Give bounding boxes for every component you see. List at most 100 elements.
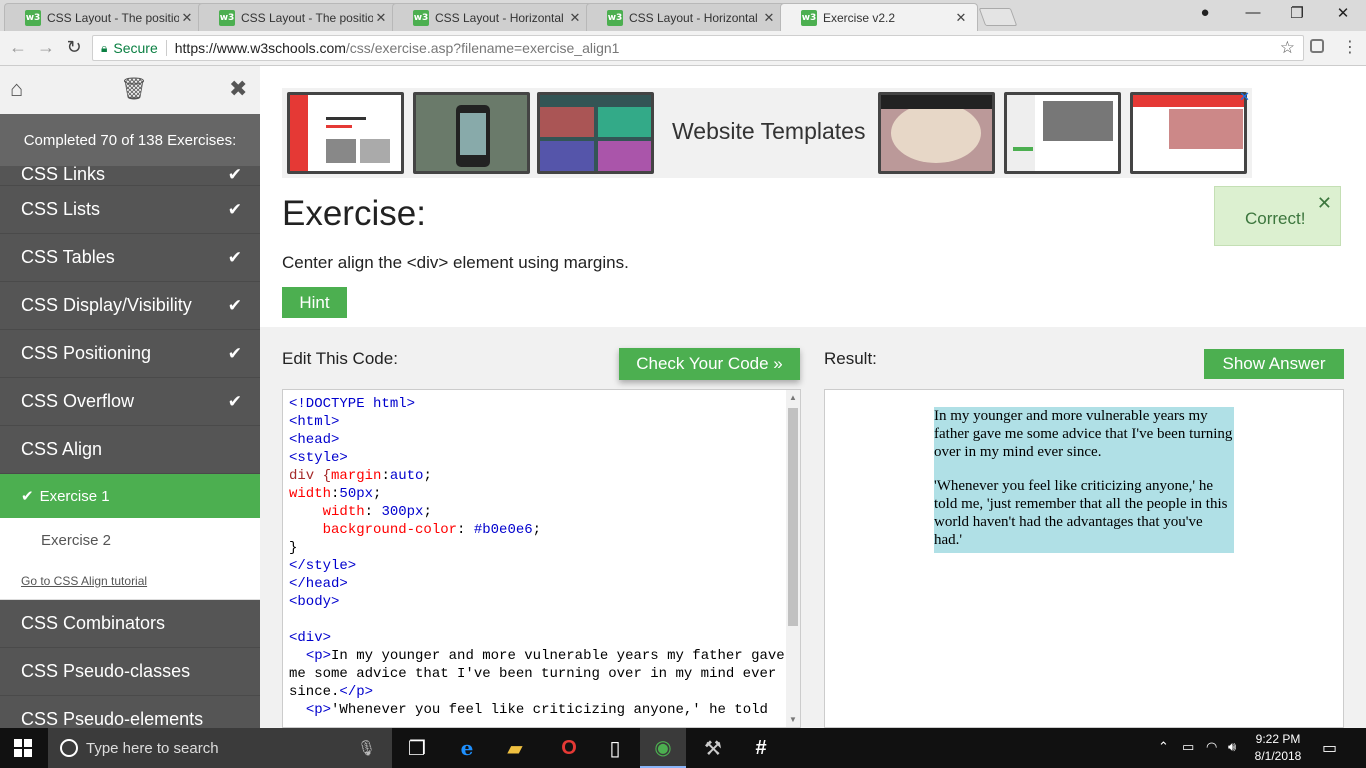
scroll-thumb[interactable] [788, 408, 798, 626]
address-bar: ← → ↻ 🔒︎ Secure https://www.w3schools.co… [0, 31, 1366, 66]
forward-arrow-icon[interactable]: → [34, 37, 58, 58]
reload-icon[interactable]: ↻ [62, 37, 86, 58]
edge-icon[interactable]: e [444, 728, 490, 768]
volume-icon[interactable]: 🔊︎ [1228, 739, 1236, 755]
template-thumbnail[interactable] [1130, 92, 1247, 174]
correct-message: Correct! [1245, 209, 1306, 228]
secure-label: Secure [113, 40, 158, 56]
exercise-heading: Exercise: [282, 194, 426, 233]
code-token: <div> [289, 630, 332, 646]
sidebar-item-css-pseudo-classes[interactable]: CSS Pseudo-classes [0, 648, 260, 696]
template-thumbnail[interactable] [413, 92, 530, 174]
sidebar-item-css-lists[interactable]: CSS Lists ✔ [0, 186, 260, 234]
notification-icon[interactable]: ▭ [1322, 738, 1337, 758]
extension-icon[interactable] [1310, 39, 1324, 53]
code-token: </p> [339, 684, 374, 700]
sidebar-item-css-display-visibility[interactable]: CSS Display/Visibility ✔ [0, 282, 260, 330]
home-icon[interactable]: ⌂ [10, 76, 23, 102]
close-sidebar-icon[interactable]: ✖ [229, 76, 247, 102]
css-align-tutorial-link[interactable]: Go to CSS Align tutorial [0, 562, 260, 600]
bookmark-star-icon[interactable]: ☆ [1280, 38, 1295, 58]
notepad-icon[interactable]: ▯ [592, 728, 638, 768]
battery-icon[interactable]: ▭ [1182, 739, 1194, 755]
template-thumbnail[interactable] [287, 92, 404, 174]
sidebar-item-css-overflow[interactable]: CSS Overflow ✔ [0, 378, 260, 426]
browser-tab[interactable]: w3 CSS Layout - The position ✕ [198, 3, 398, 31]
sidebar-item-css-pseudo-elements[interactable]: CSS Pseudo-elements [0, 696, 260, 728]
task-view-icon[interactable]: ❐ [394, 728, 440, 768]
sidebar-subitem-exercise-2[interactable]: Exercise 2 [0, 518, 260, 562]
browser-tab[interactable]: w3 CSS Layout - Horizontal & ✕ [392, 3, 592, 31]
scroll-down-icon[interactable]: ▼ [786, 715, 800, 724]
template-thumbnail[interactable] [537, 92, 654, 174]
close-icon[interactable]: ✕ [1317, 193, 1332, 214]
profile-icon[interactable]: ● [1190, 4, 1220, 21]
restore-icon[interactable]: ❐ [1282, 4, 1312, 22]
window-close-icon[interactable]: ✕ [1328, 4, 1358, 22]
tab-close-icon[interactable]: ✕ [373, 10, 389, 26]
sidebar-item-label: CSS Links [21, 164, 106, 184]
tray-chevron-icon[interactable]: ⌃ [1158, 739, 1169, 755]
chrome-icon[interactable]: ◉ [640, 728, 686, 768]
omnibox-divider [165, 40, 167, 56]
sidebar-item-css-align[interactable]: CSS Align [0, 426, 260, 474]
ad-close-icon[interactable]: ✕ [1239, 89, 1250, 105]
back-arrow-icon[interactable]: ← [6, 37, 30, 58]
browser-menu-icon[interactable]: ⋮ [1342, 37, 1358, 57]
taskbar-search-input[interactable]: Type here to search 🎙︎ [48, 728, 392, 768]
opera-icon[interactable]: O [546, 728, 592, 768]
sidebar-item-label: CSS Combinators [21, 613, 166, 633]
sidebar-item-label: CSS Display/Visibility [21, 295, 192, 315]
tab-close-icon[interactable]: ✕ [761, 10, 777, 26]
checkmark-icon: ✔ [227, 165, 242, 184]
hint-button[interactable]: Hint [282, 287, 347, 318]
template-thumbnail[interactable] [1004, 92, 1121, 174]
file-explorer-icon[interactable]: ▰ [492, 728, 538, 768]
code-token: auto [389, 468, 424, 484]
result-frame: In my younger and more vulnerable years … [824, 389, 1344, 728]
sidebar-item-css-combinators[interactable]: CSS Combinators [0, 600, 260, 648]
show-answer-button[interactable]: Show Answer [1204, 349, 1344, 379]
code-editor[interactable]: <!DOCTYPE html> <html> <head> <style> di… [282, 389, 801, 728]
exercise-sidebar: ⌂ 🗑︎ ✖ Completed 70 of 138 Exercises: CS… [0, 66, 260, 728]
tab-title: CSS Layout - Horizontal & [629, 10, 761, 25]
browser-tab[interactable]: w3 CSS Layout - The position ✕ [4, 3, 204, 31]
code-token: <head> [289, 432, 340, 448]
trash-icon[interactable]: 🗑︎ [120, 76, 148, 102]
ad-headline[interactable]: Website Templates [672, 118, 865, 145]
taskbar-clock[interactable]: 9:22 PM 8/1/2018 [1248, 731, 1308, 765]
tab-close-icon[interactable]: ✕ [567, 10, 583, 26]
sidebar-item-css-positioning[interactable]: CSS Positioning ✔ [0, 330, 260, 378]
browser-tab-active[interactable]: w3 Exercise v2.2 ✕ [780, 3, 978, 31]
sidebar-item-css-tables[interactable]: CSS Tables ✔ [0, 234, 260, 282]
code-token: <html> [289, 414, 340, 430]
browser-tab-strip: w3 CSS Layout - The position ✕ w3 CSS La… [0, 0, 1366, 31]
slack-icon[interactable]: # [738, 728, 784, 768]
checkmark-icon: ✔ [227, 295, 242, 315]
checkmark-icon: ✔ [227, 199, 242, 219]
browser-tab[interactable]: w3 CSS Layout - Horizontal & ✕ [586, 3, 786, 31]
template-thumbnail[interactable] [878, 92, 995, 174]
microphone-icon[interactable]: 🎙︎ [357, 739, 376, 757]
result-label: Result: [824, 349, 877, 368]
search-placeholder: Type here to search [86, 739, 219, 757]
scroll-up-icon[interactable]: ▲ [786, 393, 800, 402]
wifi-icon[interactable]: ◠ [1206, 739, 1217, 755]
w3schools-favicon-icon: w3 [413, 9, 429, 26]
tab-close-icon[interactable]: ✕ [179, 10, 195, 26]
check-code-button[interactable]: Check Your Code » [619, 348, 800, 380]
minimize-icon[interactable]: — [1238, 4, 1268, 21]
edit-code-label: Edit This Code: [282, 349, 398, 368]
code-text[interactable]: <!DOCTYPE html> <html> <head> <style> di… [289, 395, 785, 719]
editor-scrollbar[interactable]: ▲ ▼ [786, 390, 800, 727]
sidebar-subitem-exercise-1[interactable]: ✔ Exercise 1 [0, 474, 260, 518]
clock-date: 8/1/2018 [1254, 749, 1302, 763]
url-input[interactable]: 🔒︎ Secure https://www.w3schools.com/css/… [92, 35, 1304, 61]
subitem-label: Exercise 1 [39, 487, 110, 505]
windows-start-icon[interactable] [14, 739, 32, 757]
new-tab-button[interactable] [978, 8, 1018, 26]
tab-title: CSS Layout - The position [241, 10, 373, 25]
advertisement-banner[interactable]: Website Templates ✕ [282, 88, 1252, 178]
tab-close-icon[interactable]: ✕ [953, 10, 969, 26]
tools-icon[interactable]: ⚒ [690, 728, 736, 768]
